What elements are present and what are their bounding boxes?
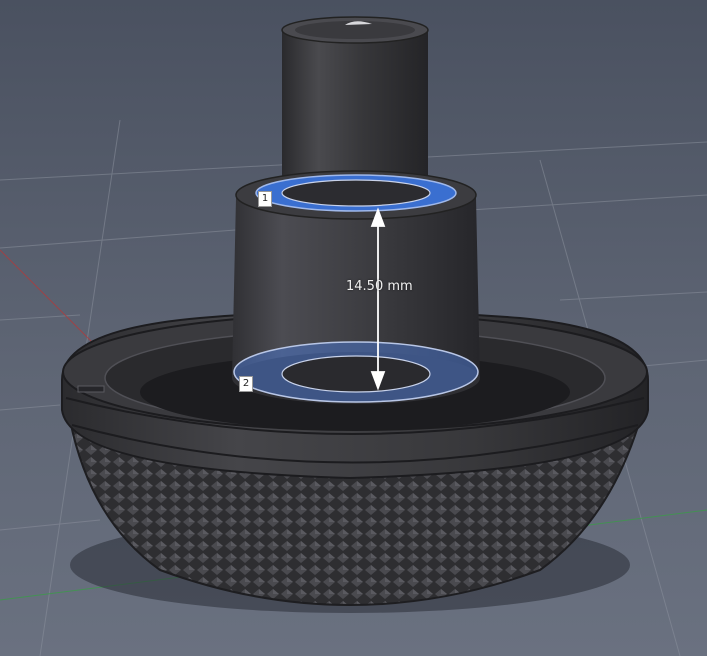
measure-point-2-badge[interactable]: 2 [239,376,253,392]
measurement-value-label: 14.50 mm [346,279,413,294]
rim-notch [77,385,105,393]
3d-scene[interactable] [0,0,707,656]
shaft-body [282,30,428,190]
measure-point-1-badge[interactable]: 1 [258,191,272,207]
cad-viewport[interactable]: 1 2 14.50 mm [0,0,707,656]
